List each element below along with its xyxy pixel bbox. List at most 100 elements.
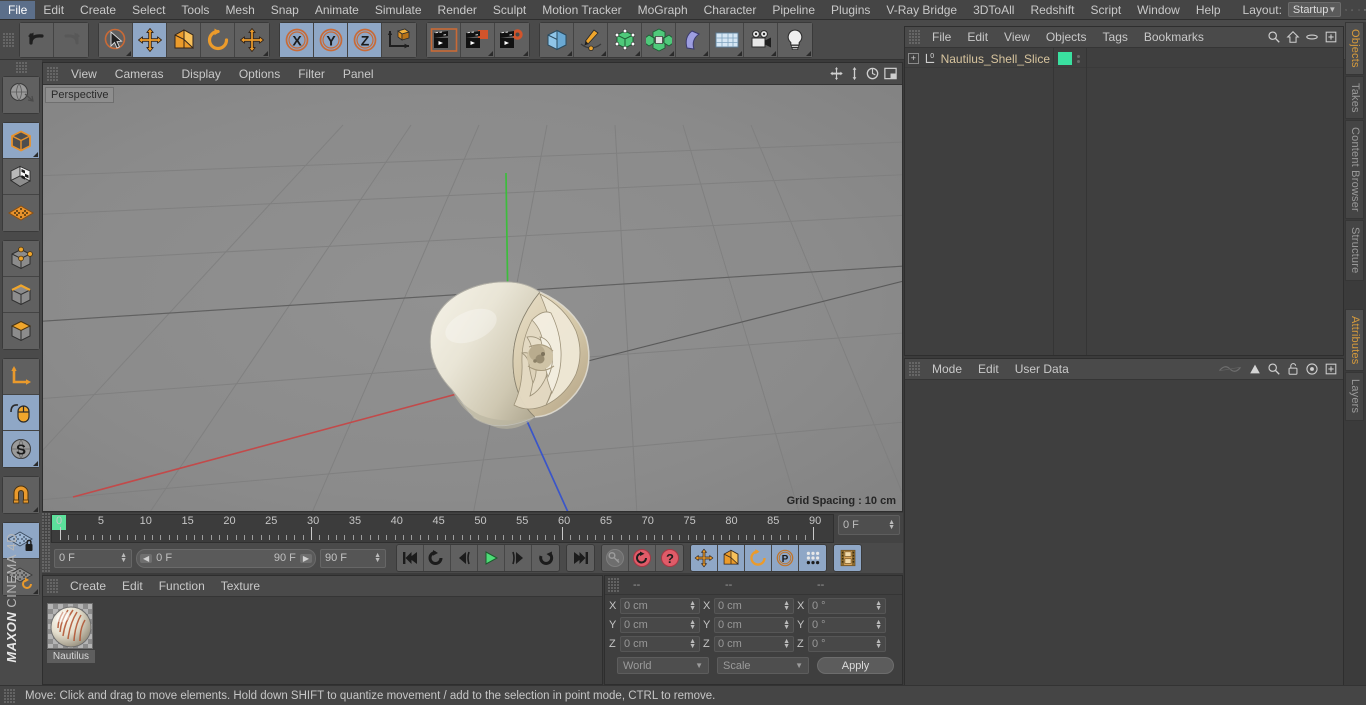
attrmgr-menu-user-data[interactable]: User Data [1007,359,1077,379]
menu-animate[interactable]: Animate [307,1,367,19]
add-generator-button[interactable] [608,22,642,57]
tab-attributes[interactable]: Attributes [1345,308,1364,372]
search-icon[interactable] [1267,30,1281,44]
wave-icon[interactable] [1217,362,1243,376]
polygon-mode-button[interactable] [3,313,39,349]
autokey-button[interactable] [629,545,656,571]
objmgr-menu-file[interactable]: File [924,27,959,47]
toolbar-grip[interactable] [3,32,14,47]
menu-mesh[interactable]: Mesh [217,1,262,19]
size-mode-dropdown[interactable]: Scale ▼ [717,657,809,674]
object-manager-grip[interactable] [909,30,920,44]
spinner-icon[interactable]: ▲ ▼ [783,619,790,631]
point-level-anim-button[interactable] [799,545,826,571]
spinner-icon[interactable]: ▲ ▼ [120,552,127,564]
timeline-frame-field[interactable]: 0 F ▲ ▼ [838,515,900,535]
enable-snapping-button[interactable] [3,477,39,513]
spinner-icon[interactable]: ▲ ▼ [689,619,696,631]
menu-simulate[interactable]: Simulate [367,1,430,19]
rotate-view-icon[interactable] [865,66,880,81]
spinner-icon[interactable]: ▲ ▼ [689,600,696,612]
record-key-button[interactable] [602,545,629,571]
spinner-icon[interactable]: ▲ ▼ [783,600,790,612]
add-deformer-button[interactable] [676,22,710,57]
timeline-toggle-button[interactable] [834,545,861,571]
left-toolbar-grip[interactable] [15,62,27,73]
arrow-up-icon[interactable] [1248,362,1262,376]
render-region-button[interactable] [461,22,495,57]
auto-switch-mode-button[interactable] [3,395,39,431]
edge-mode-button[interactable] [3,277,39,313]
lock-z-axis-button[interactable]: Z [348,22,382,57]
viewport-menu-filter[interactable]: Filter [289,64,334,84]
step-back-button[interactable] [451,545,478,571]
timeline-grip[interactable] [42,513,51,543]
layout-dropdown[interactable]: Startup ▼ [1287,2,1342,17]
menu-plugins[interactable]: Plugins [823,1,878,19]
spinner-icon[interactable]: ▲ ▼ [875,638,882,650]
render-view-button[interactable] [427,22,461,57]
viewport-menu-cameras[interactable]: Cameras [106,64,173,84]
size-y-input[interactable]: 0 cm ▲ ▼ [714,617,794,633]
spinner-icon[interactable]: ▲ ▼ [689,638,696,650]
attrmgr-menu-edit[interactable]: Edit [970,359,1007,379]
menu-create[interactable]: Create [72,1,124,19]
viewport-menu-display[interactable]: Display [172,64,229,84]
size-z-input[interactable]: 0 cm ▲ ▼ [714,636,794,652]
dolly-icon[interactable] [847,66,862,81]
pan-icon[interactable] [829,66,844,81]
objmgr-menu-bookmarks[interactable]: Bookmarks [1136,27,1212,47]
point-mode-button[interactable] [3,241,39,277]
spinner-icon[interactable]: ▲ ▼ [875,600,882,612]
select-tool-button[interactable] [99,22,133,57]
tab-structure[interactable]: Structure [1345,220,1364,281]
render-settings-button[interactable] [495,22,529,57]
undo-button[interactable] [20,22,54,57]
menu-tools[interactable]: Tools [173,1,217,19]
objmgr-row-main[interactable]: + 0 Nautilus_Shell_Slice [908,52,1058,66]
menu-help[interactable]: Help [1188,1,1229,19]
menu-redshift[interactable]: Redshift [1022,1,1082,19]
objmgr-menu-objects[interactable]: Objects [1038,27,1095,47]
matmgr-menu-edit[interactable]: Edit [114,576,151,596]
tab-content-browser[interactable]: Content Browser [1345,120,1364,220]
menu-snap[interactable]: Snap [263,1,307,19]
home-icon[interactable] [1351,2,1354,18]
rotation-x-input[interactable]: 0 ° ▲ ▼ [808,598,886,614]
target-icon[interactable] [1305,362,1319,376]
go-to-end-button[interactable] [567,545,594,571]
viewport-panel[interactable]: View Cameras Display Options Filter Pane… [42,62,903,512]
end-frame-field[interactable]: 90 F ▲ ▼ [320,548,386,568]
redo-button[interactable] [54,22,88,57]
step-forward-button[interactable] [505,545,532,571]
lock-y-axis-button[interactable]: Y [314,22,348,57]
live-selection-button[interactable] [3,77,39,113]
add-spline-button[interactable] [574,22,608,57]
add-icon[interactable] [1324,362,1338,376]
menu-vray-bridge[interactable]: V-Ray Bridge [878,1,965,19]
home-icon[interactable] [1286,30,1300,44]
menu-file[interactable]: File [0,0,36,19]
visibility-dots[interactable] [1077,54,1080,63]
add-mograph-button[interactable] [642,22,676,57]
keyframe-selection-button[interactable]: ? [656,545,683,571]
uv-mode-button[interactable] [3,195,39,231]
matmgr-menu-create[interactable]: Create [62,576,114,596]
spinner-icon[interactable]: ▲ ▼ [783,638,790,650]
objmgr-menu-edit[interactable]: Edit [959,27,996,47]
coordinate-system-dropdown[interactable]: World ▼ [617,657,709,674]
world-move-tool-button[interactable] [235,22,269,57]
material-manager-grip[interactable] [47,579,58,593]
current-frame-field[interactable]: 0 F ▲ ▼ [54,548,132,568]
viewport-menu-panel[interactable]: Panel [334,64,383,84]
add-camera-button[interactable] [744,22,778,57]
rotate-tool-button[interactable] [201,22,235,57]
rotation-y-input[interactable]: 0 ° ▲ ▼ [808,617,886,633]
menu-3dtoall[interactable]: 3DToAll [965,1,1022,19]
matmgr-menu-texture[interactable]: Texture [213,576,268,596]
go-to-start-button[interactable] [397,545,424,571]
menu-window[interactable]: Window [1129,1,1188,19]
size-x-input[interactable]: 0 cm ▲ ▼ [714,598,794,614]
add-scene-object-button[interactable] [710,22,744,57]
viewport-menu-view[interactable]: View [62,64,106,84]
